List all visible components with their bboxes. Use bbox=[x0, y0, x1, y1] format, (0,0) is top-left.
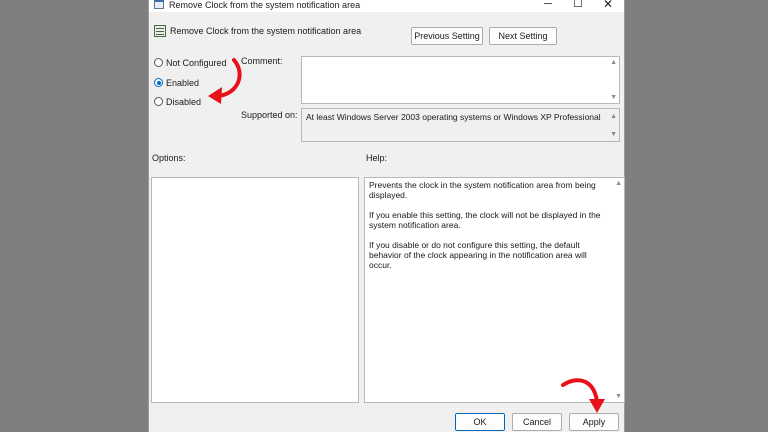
previous-setting-button[interactable]: Previous Setting bbox=[411, 27, 483, 45]
scroll-down-icon[interactable]: ▼ bbox=[610, 94, 617, 102]
setting-title: Remove Clock from the system notificatio… bbox=[170, 26, 362, 36]
supported-field: At least Windows Server 2003 operating s… bbox=[301, 108, 620, 142]
scroll-up-icon[interactable]: ▲ bbox=[610, 59, 617, 67]
scroll-down-icon[interactable]: ▼ bbox=[615, 393, 622, 401]
ok-button[interactable]: OK bbox=[455, 413, 505, 431]
options-pane bbox=[151, 177, 359, 403]
title-bar[interactable]: Remove Clock from the system notificatio… bbox=[149, 0, 624, 12]
supported-label: Supported on: bbox=[241, 110, 298, 120]
radio-enabled[interactable]: Enabled bbox=[154, 76, 199, 90]
help-label: Help: bbox=[366, 153, 388, 163]
help-text: Prevents the clock in the system notific… bbox=[369, 180, 610, 280]
radio-enabled-circle[interactable] bbox=[154, 78, 163, 87]
minimize-button[interactable]: ─ bbox=[537, 0, 559, 11]
scroll-up-icon[interactable]: ▲ bbox=[615, 180, 622, 188]
maximize-button[interactable]: ☐ bbox=[567, 0, 589, 11]
supported-value: At least Windows Server 2003 operating s… bbox=[306, 112, 601, 122]
help-pane: Prevents the clock in the system notific… bbox=[364, 177, 625, 403]
comment-label: Comment: bbox=[241, 56, 283, 66]
next-setting-button[interactable]: Next Setting bbox=[489, 27, 557, 45]
window-title: Remove Clock from the system notificatio… bbox=[169, 0, 361, 10]
radio-not-configured-circle[interactable] bbox=[154, 58, 163, 67]
comment-field[interactable]: ▲ ▼ bbox=[301, 56, 620, 104]
policy-window-icon bbox=[154, 0, 164, 9]
radio-disabled-circle[interactable] bbox=[154, 97, 163, 106]
annotation-arrow-apply bbox=[561, 378, 605, 413]
setting-icon bbox=[154, 25, 166, 37]
radio-enabled-label: Enabled bbox=[166, 78, 200, 88]
help-paragraph: If you enable this setting, the clock wi… bbox=[369, 210, 601, 230]
close-button[interactable]: ✕ bbox=[597, 0, 619, 11]
apply-button[interactable]: Apply bbox=[569, 413, 619, 431]
cancel-button[interactable]: Cancel bbox=[512, 413, 562, 431]
scroll-up-icon[interactable]: ▲ bbox=[610, 113, 617, 121]
policy-dialog: Remove Clock from the system notificatio… bbox=[148, 0, 625, 432]
annotation-arrow-enabled bbox=[208, 58, 242, 104]
options-label: Options: bbox=[152, 153, 186, 163]
help-paragraph: If you disable or do not configure this … bbox=[369, 240, 587, 270]
radio-disabled[interactable]: Disabled bbox=[154, 95, 201, 109]
radio-disabled-label: Disabled bbox=[166, 97, 202, 107]
scroll-down-icon[interactable]: ▼ bbox=[610, 131, 617, 139]
help-paragraph: Prevents the clock in the system notific… bbox=[369, 180, 596, 200]
